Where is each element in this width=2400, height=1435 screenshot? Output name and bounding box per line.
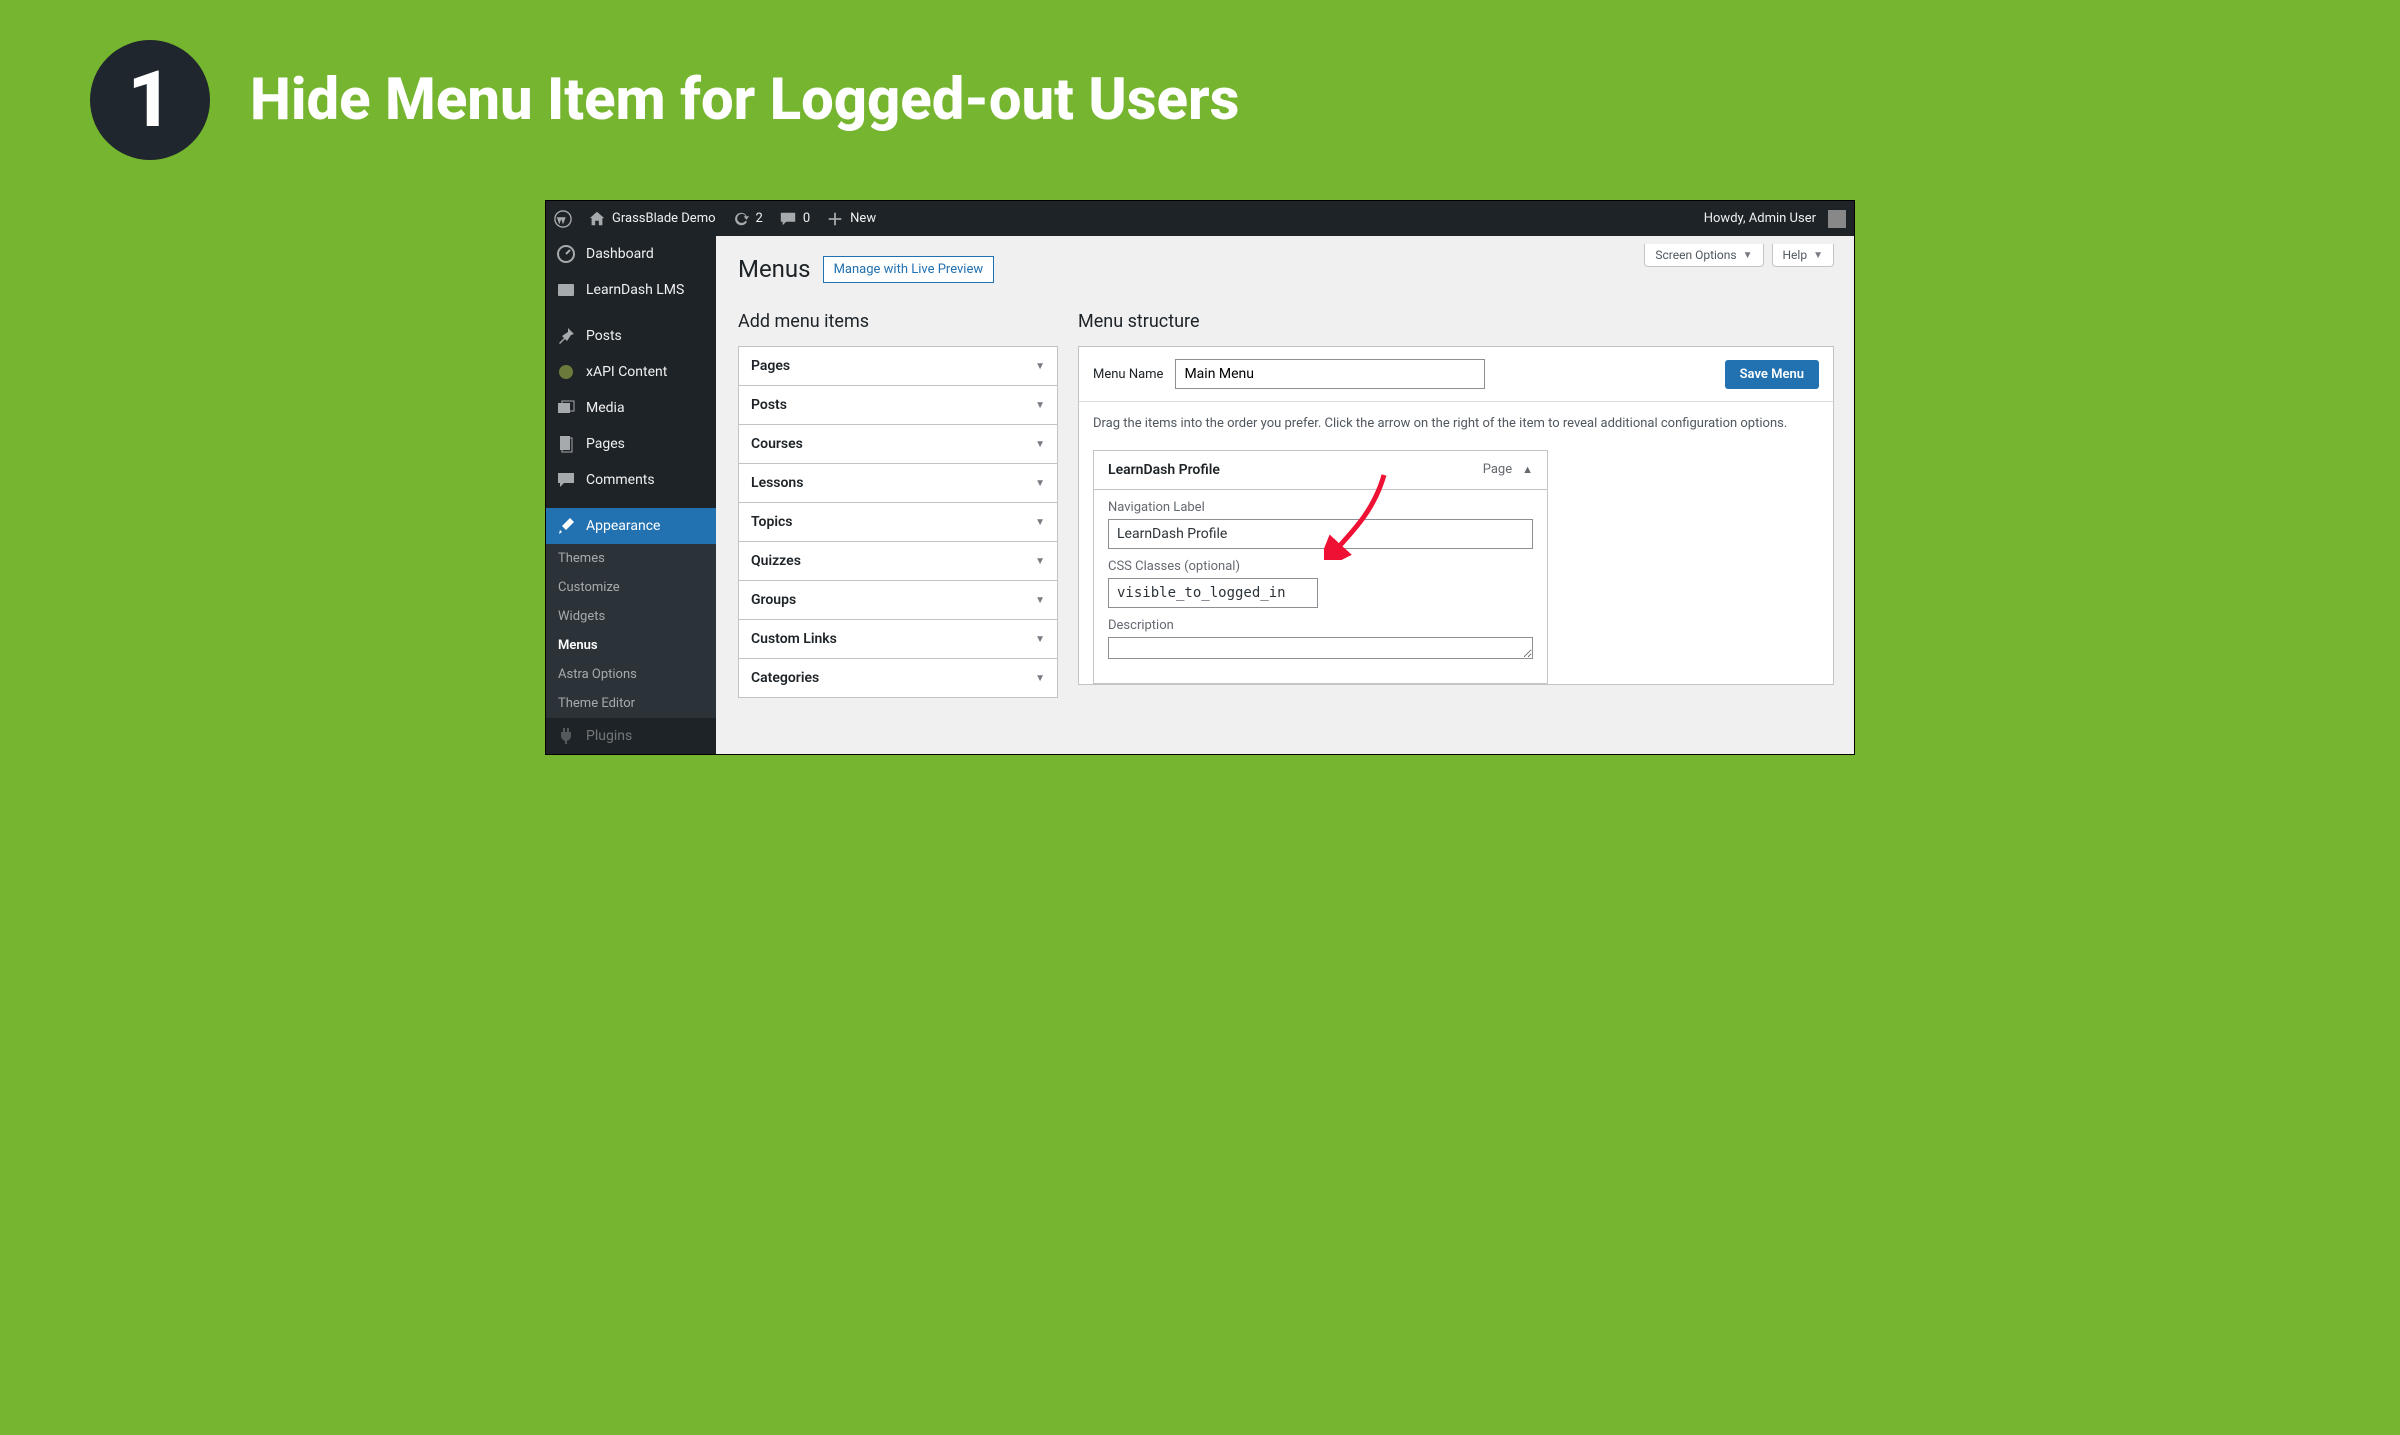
plus-icon: [826, 210, 844, 228]
learndash-icon: [556, 280, 576, 300]
wp-admin-screenshot: GrassBlade Demo 2 0 New Howdy, Admin Use…: [545, 200, 1855, 755]
chevron-down-icon: ▼: [1035, 478, 1045, 489]
banner-title: Hide Menu Item for Logged-out Users: [250, 67, 1239, 134]
accordion-groups[interactable]: Groups▼: [738, 580, 1058, 619]
admin-bar-comments[interactable]: 0: [779, 210, 810, 228]
sidebar-item-comments[interactable]: Comments: [546, 462, 716, 498]
accordion-posts[interactable]: Posts▼: [738, 385, 1058, 424]
chevron-down-icon: ▼: [1035, 439, 1045, 450]
sidebar-item-appearance[interactable]: Appearance: [546, 508, 716, 544]
home-icon: [588, 210, 606, 228]
pages-icon: [556, 434, 576, 454]
chevron-down-icon: ▼: [1035, 400, 1045, 411]
accordion-pages[interactable]: Pages▼: [738, 346, 1058, 385]
add-menu-items-heading: Add menu items: [738, 311, 1058, 332]
chevron-down-icon: ▼: [1035, 634, 1045, 645]
menu-item-type: Page: [1483, 462, 1512, 477]
chevron-down-icon: ▼: [1035, 673, 1045, 684]
xapi-icon: [556, 362, 576, 382]
save-menu-button[interactable]: Save Menu: [1725, 360, 1819, 389]
sidebar-item-xapi[interactable]: xAPI Content: [546, 354, 716, 390]
chevron-down-icon: ▼: [1035, 556, 1045, 567]
plugin-icon: [556, 726, 576, 746]
sidebar-item-learndash[interactable]: LearnDash LMS: [546, 272, 716, 308]
accordion-custom-links[interactable]: Custom Links▼: [738, 619, 1058, 658]
dashboard-icon: [556, 244, 576, 264]
avatar: [1828, 210, 1846, 228]
help-tab[interactable]: Help ▼: [1772, 244, 1835, 267]
page-title: Menus: [738, 255, 811, 283]
menu-item-title: LearnDash Profile: [1108, 462, 1220, 478]
admin-bar-user[interactable]: Howdy, Admin User: [1704, 210, 1846, 228]
menu-structure-heading: Menu structure: [1078, 311, 1834, 332]
chevron-down-icon: ▼: [1813, 250, 1823, 261]
chevron-down-icon: ▼: [1743, 250, 1753, 261]
manage-live-preview-button[interactable]: Manage with Live Preview: [823, 256, 995, 283]
accordion-topics[interactable]: Topics▼: [738, 502, 1058, 541]
navigation-label-label: Navigation Label: [1108, 500, 1533, 515]
comments-icon: [556, 470, 576, 490]
admin-bar-new[interactable]: New: [826, 210, 876, 228]
description-input[interactable]: [1108, 637, 1533, 659]
media-icon: [556, 398, 576, 418]
accordion-categories[interactable]: Categories▼: [738, 658, 1058, 698]
navigation-label-input[interactable]: [1108, 519, 1533, 549]
sidebar-sub-themes[interactable]: Themes: [546, 544, 716, 573]
wp-admin-bar: GrassBlade Demo 2 0 New Howdy, Admin Use…: [546, 201, 1854, 236]
chevron-down-icon: ▼: [1035, 595, 1045, 606]
menu-name-label: Menu Name: [1093, 367, 1163, 382]
accordion-lessons[interactable]: Lessons▼: [738, 463, 1058, 502]
sidebar-item-plugins[interactable]: Plugins: [546, 718, 716, 754]
sidebar-item-pages[interactable]: Pages: [546, 426, 716, 462]
menu-name-input[interactable]: [1175, 359, 1485, 389]
sidebar-item-media[interactable]: Media: [546, 390, 716, 426]
admin-sidebar: Dashboard LearnDash LMS Posts xAPI Conte…: [546, 236, 716, 754]
chevron-down-icon: ▼: [1035, 361, 1045, 372]
sidebar-item-posts[interactable]: Posts: [546, 318, 716, 354]
brush-icon: [556, 516, 576, 536]
screen-options-tab[interactable]: Screen Options ▼: [1644, 244, 1763, 267]
admin-bar-site-name[interactable]: GrassBlade Demo: [588, 210, 716, 228]
pin-icon: [556, 326, 576, 346]
description-label: Description: [1108, 618, 1533, 633]
menu-item-learndash-profile: LearnDash Profile Page ▲ Navigation Labe…: [1093, 450, 1548, 684]
comment-icon: [779, 210, 797, 228]
step-number-badge: 1: [90, 40, 210, 160]
sidebar-sub-editor[interactable]: Theme Editor: [546, 689, 716, 718]
sidebar-sub-customize[interactable]: Customize: [546, 573, 716, 602]
css-classes-input[interactable]: [1108, 578, 1318, 608]
wp-logo-icon[interactable]: [554, 210, 572, 228]
accordion-courses[interactable]: Courses▼: [738, 424, 1058, 463]
sidebar-sub-widgets[interactable]: Widgets: [546, 602, 716, 631]
accordion-quizzes[interactable]: Quizzes▼: [738, 541, 1058, 580]
refresh-icon: [732, 210, 750, 228]
sidebar-sub-menus[interactable]: Menus: [546, 631, 716, 660]
instructions-text: Drag the items into the order you prefer…: [1079, 402, 1833, 440]
chevron-up-icon[interactable]: ▲: [1522, 463, 1533, 476]
sidebar-sub-astra[interactable]: Astra Options: [546, 660, 716, 689]
admin-bar-updates[interactable]: 2: [732, 210, 763, 228]
chevron-down-icon: ▼: [1035, 517, 1045, 528]
css-classes-label: CSS Classes (optional): [1108, 559, 1533, 574]
sidebar-item-dashboard[interactable]: Dashboard: [546, 236, 716, 272]
